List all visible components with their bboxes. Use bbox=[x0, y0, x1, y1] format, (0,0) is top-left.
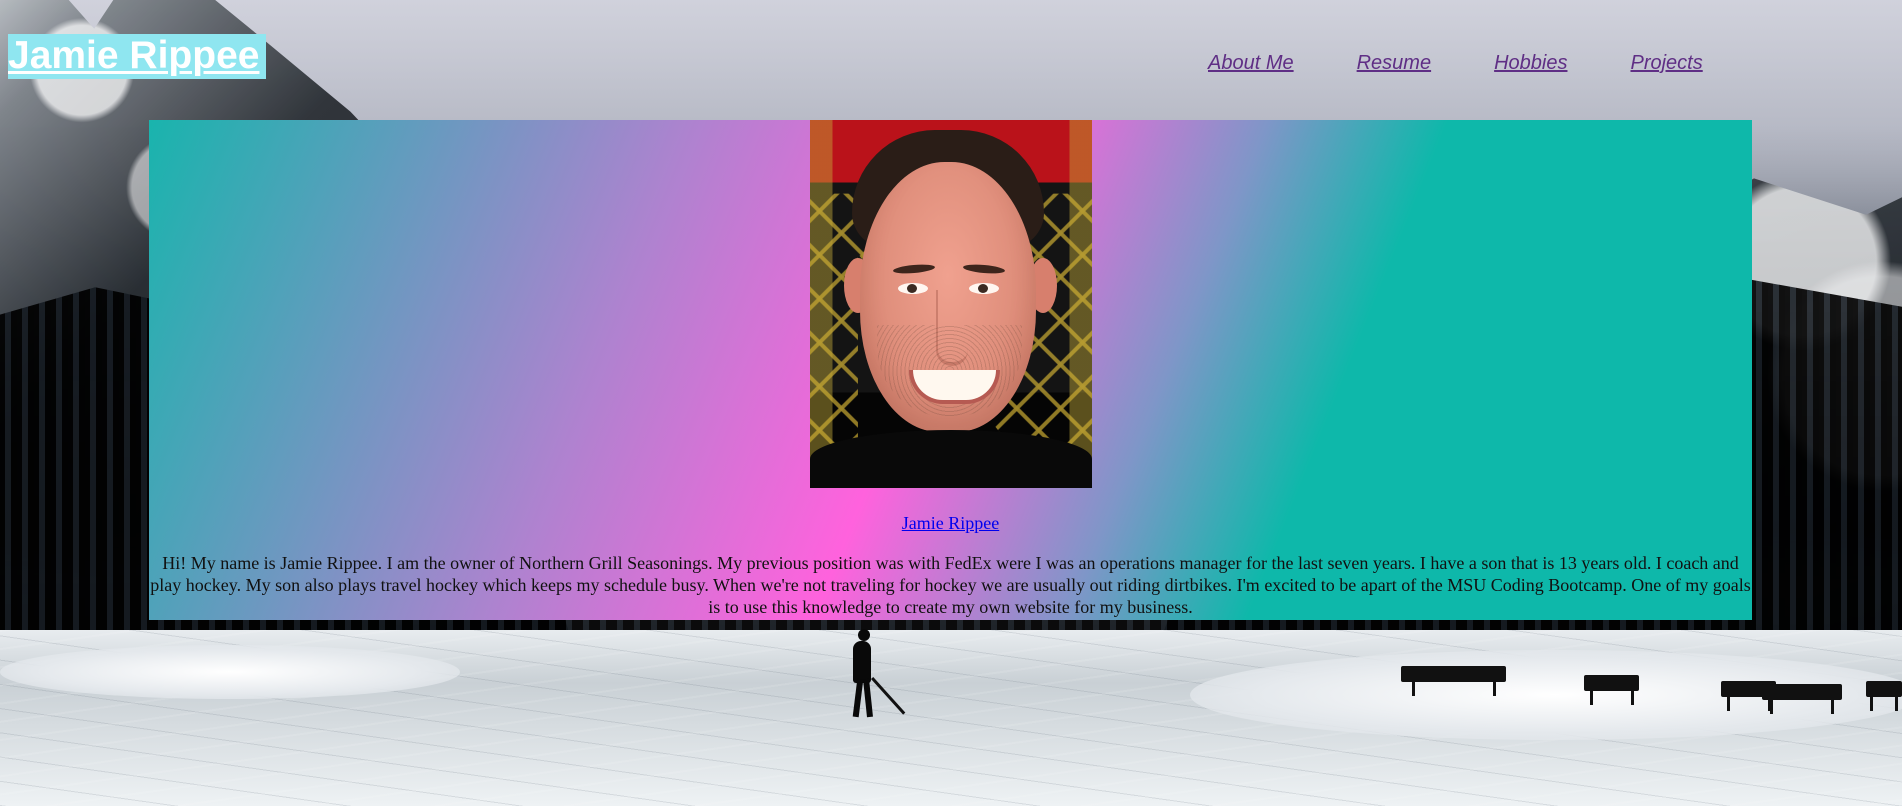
player-leg bbox=[863, 678, 873, 718]
about-me-section: Jamie Rippee Hi! My name is Jamie Rippee… bbox=[149, 120, 1752, 620]
main-navigation: About Me Resume Hobbies Projects bbox=[1208, 51, 1703, 79]
profile-photo bbox=[810, 120, 1092, 488]
nav-projects-link[interactable]: Projects bbox=[1630, 51, 1702, 79]
nav-about-me-link[interactable]: About Me bbox=[1208, 51, 1294, 79]
background-snowbank bbox=[0, 645, 460, 699]
profile-shirt bbox=[810, 430, 1092, 488]
background-bench bbox=[1584, 675, 1639, 705]
background-hockey-player bbox=[845, 629, 906, 719]
site-title-link[interactable]: Jamie Rippee bbox=[8, 34, 266, 79]
profile-eye bbox=[969, 283, 999, 294]
player-leg bbox=[852, 678, 864, 718]
profile-name-link[interactable]: Jamie Rippee bbox=[902, 513, 999, 533]
portfolio-page: Jamie Rippee About Me Resume Hobbies Pro… bbox=[0, 0, 1902, 806]
player-head bbox=[858, 629, 870, 641]
about-me-bio: Hi! My name is Jamie Rippee. I am the ow… bbox=[150, 553, 1751, 617]
profile-eye bbox=[898, 283, 928, 294]
profile-caption: Jamie Rippee bbox=[149, 511, 1752, 535]
nav-hobbies-link[interactable]: Hobbies bbox=[1494, 51, 1567, 79]
player-body bbox=[853, 641, 871, 683]
background-bench bbox=[1866, 681, 1902, 711]
nav-resume-link[interactable]: Resume bbox=[1357, 51, 1431, 79]
background-bench bbox=[1762, 684, 1842, 714]
background-bench bbox=[1401, 666, 1506, 696]
